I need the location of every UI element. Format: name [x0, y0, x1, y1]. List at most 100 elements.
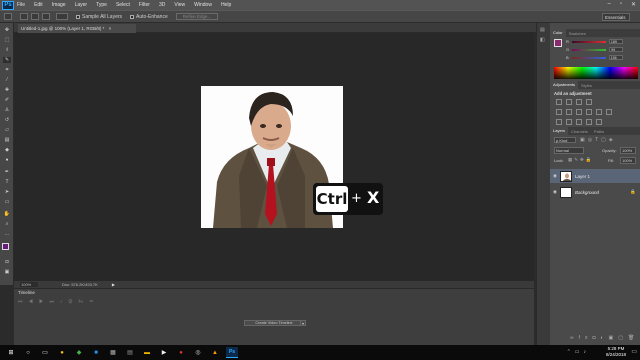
status-menu-arrow-icon[interactable]: ▶: [112, 282, 115, 287]
foreground-color-chip[interactable]: [554, 39, 562, 47]
start-icon[interactable]: ⊞: [5, 347, 17, 358]
hue-saturation-icon[interactable]: [566, 109, 572, 115]
app-icon-green[interactable]: ◆: [73, 347, 85, 358]
history-panel-icon[interactable]: ▤: [540, 27, 545, 33]
brush-tool-icon[interactable]: ✐: [3, 97, 11, 103]
black-white-icon[interactable]: [586, 109, 592, 115]
blend-mode-select[interactable]: Normal: [554, 147, 584, 154]
blue-slider[interactable]: B 156: [566, 55, 636, 60]
gradient-tool-icon[interactable]: ▤: [3, 137, 11, 143]
app-icon-gray[interactable]: ▤: [124, 347, 136, 358]
curves-icon[interactable]: [576, 99, 582, 105]
history-brush-icon[interactable]: ↺: [3, 117, 11, 123]
selective-color-icon[interactable]: [596, 119, 602, 125]
type-tool-icon[interactable]: T: [3, 179, 11, 185]
green-track[interactable]: [572, 48, 607, 51]
move-tool-icon[interactable]: ✥: [3, 27, 11, 33]
lasso-tool-icon[interactable]: ℓ: [3, 47, 11, 53]
clone-stamp-icon[interactable]: ♙: [3, 107, 11, 113]
red-track[interactable]: [571, 40, 606, 43]
search-icon[interactable]: ○: [22, 347, 34, 358]
app-icon-circle[interactable]: ◎: [192, 347, 204, 358]
media-icon[interactable]: ▶: [158, 347, 170, 358]
tab-color[interactable]: Color: [550, 29, 566, 37]
posterize-icon[interactable]: [566, 119, 572, 125]
auto-enhance-checkbox[interactable]: [130, 14, 135, 19]
foreground-color-swatch[interactable]: [2, 243, 9, 250]
blur-tool-icon[interactable]: ◆: [3, 147, 11, 153]
tool-preset-picker[interactable]: [4, 13, 12, 20]
crop-tool-icon[interactable]: ⌗: [3, 67, 11, 73]
timeline-playback-controls[interactable]: ⏮◀▶⏭♪⚙✂▭: [18, 299, 99, 305]
app-icon-orange[interactable]: ▲: [209, 347, 221, 358]
menu-layer[interactable]: Layer: [75, 2, 88, 8]
taskbar-clock[interactable]: 5:28 PM 8/24/2018: [606, 346, 626, 358]
blue-value[interactable]: 156: [608, 55, 623, 60]
menu-view[interactable]: View: [174, 2, 185, 8]
workspace-select[interactable]: Essentials: [602, 13, 630, 21]
more-tools-icon[interactable]: …: [3, 231, 11, 237]
brightness-contrast-icon[interactable]: [556, 99, 562, 105]
red-value[interactable]: 189: [608, 39, 623, 44]
shape-tool-icon[interactable]: ▭: [3, 199, 11, 205]
notifications-icon[interactable]: ▭: [631, 348, 637, 355]
zoom-tool-icon[interactable]: ⌕: [3, 221, 11, 227]
layer-row-layer-1[interactable]: ◉ Layer 1: [550, 169, 640, 183]
pen-tool-icon[interactable]: ✒: [3, 169, 11, 175]
layer-filter-icons[interactable]: ▣◎T▢◈: [580, 137, 616, 143]
color-balance-icon[interactable]: [576, 109, 582, 115]
layers-footer-icons[interactable]: ∞fx◘◐▣▢🗑: [570, 335, 639, 341]
maximize-button[interactable]: ▫: [620, 1, 622, 8]
folder-icon[interactable]: ▬: [141, 347, 153, 358]
path-selection-icon[interactable]: ➤: [3, 189, 11, 195]
tab-paths[interactable]: Paths: [591, 129, 607, 134]
menu-window[interactable]: Window: [194, 2, 212, 8]
threshold-icon[interactable]: [576, 119, 582, 125]
menu-filter[interactable]: Filter: [139, 2, 150, 8]
red-slider[interactable]: R 189: [566, 39, 636, 44]
marquee-tool-icon[interactable]: ⬚: [3, 37, 11, 43]
eyedropper-tool-icon[interactable]: ⁄: [3, 77, 11, 83]
lock-icons[interactable]: ▦✎✥🔒: [568, 157, 593, 163]
channel-mixer-icon[interactable]: [606, 109, 612, 115]
screen-mode-icon[interactable]: ▣: [3, 269, 11, 275]
menu-3d[interactable]: 3D: [159, 2, 165, 8]
eraser-tool-icon[interactable]: ▱: [3, 127, 11, 133]
quick-selection-tool-icon[interactable]: ✎: [3, 57, 11, 63]
timeline-tab[interactable]: Timeline: [18, 290, 35, 295]
menu-edit[interactable]: Edit: [34, 2, 43, 8]
minimize-button[interactable]: –: [607, 1, 610, 8]
brush-size-picker[interactable]: [56, 13, 68, 20]
quick-mask-icon[interactable]: ◘: [3, 259, 11, 265]
new-selection-icon[interactable]: [20, 13, 28, 20]
visibility-eye-icon[interactable]: ◉: [550, 189, 560, 195]
fill-field[interactable]: 100%: [620, 157, 636, 164]
refine-edge-button[interactable]: Refine Edge...: [175, 13, 219, 20]
close-button[interactable]: ✕: [631, 1, 636, 8]
green-slider[interactable]: G 99: [566, 47, 636, 52]
menu-type[interactable]: Type: [96, 2, 107, 8]
gradient-map-icon[interactable]: [586, 119, 592, 125]
dodge-tool-icon[interactable]: ●: [3, 157, 11, 163]
calculator-icon[interactable]: ▦: [107, 347, 119, 358]
layer-row-background[interactable]: ◉ Background 🔒: [550, 185, 640, 199]
tab-adjustments[interactable]: Adjustments: [550, 81, 579, 89]
photoshop-icon[interactable]: Ps: [226, 347, 238, 358]
add-to-selection-icon[interactable]: [31, 13, 39, 20]
zoom-field[interactable]: 100%: [20, 282, 38, 287]
chrome-icon[interactable]: ●: [56, 347, 68, 358]
timeline-dropdown-icon[interactable]: ▾: [300, 320, 306, 326]
green-value[interactable]: 99: [609, 47, 624, 52]
document-tab[interactable]: Untitled-1.jpg @ 100% (Layer 1, RGB/8) *…: [18, 24, 136, 33]
invert-icon[interactable]: [556, 119, 562, 125]
subtract-selection-icon[interactable]: [42, 13, 50, 20]
tab-channels[interactable]: Channels: [568, 129, 591, 134]
menu-select[interactable]: Select: [116, 2, 130, 8]
system-tray-icons[interactable]: ⌃▭♪: [567, 349, 590, 355]
properties-panel-icon[interactable]: ◧: [540, 37, 545, 43]
menu-file[interactable]: File: [17, 2, 25, 8]
tab-styles[interactable]: Styles: [578, 83, 595, 88]
layer-filter-kind[interactable]: ρ Kind: [554, 137, 576, 143]
menu-image[interactable]: Image: [52, 2, 66, 8]
tab-swatches[interactable]: Swatches: [566, 31, 589, 36]
